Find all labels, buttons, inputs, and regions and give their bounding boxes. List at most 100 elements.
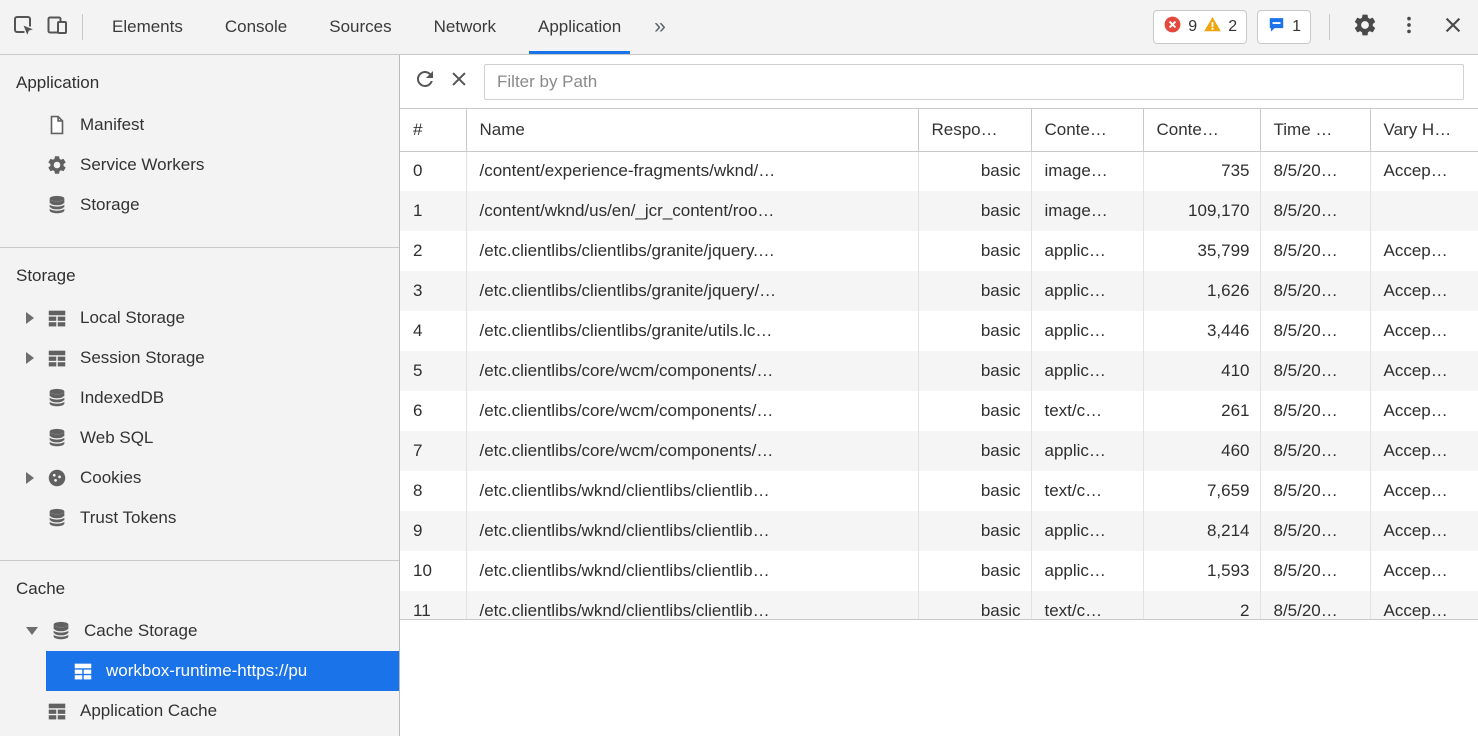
sidebar-item-local-storage[interactable]: Local Storage [0, 298, 399, 338]
table-row[interactable]: 8 /etc.clientlibs/wknd/clientlibs/client… [400, 471, 1478, 511]
tab-sources[interactable]: Sources [308, 0, 412, 54]
devtools-tabbar: Elements Console Sources Network Applica… [0, 0, 1478, 55]
cell-content-type: applic… [1031, 431, 1143, 471]
sidebar-item-web-sql[interactable]: Web SQL [0, 418, 399, 458]
cell-number: 3 [400, 271, 466, 311]
table-row[interactable]: 5 /etc.clientlibs/core/wcm/components/… … [400, 351, 1478, 391]
cell-response-type: basic [918, 191, 1031, 231]
cell-time-cached: 8/5/20… [1260, 271, 1370, 311]
table-row[interactable]: 2 /etc.clientlibs/clientlibs/granite/jqu… [400, 231, 1478, 271]
data-grid-icon [46, 347, 68, 369]
table-row[interactable]: 10 /etc.clientlibs/wknd/clientlibs/clien… [400, 551, 1478, 591]
database-icon [46, 427, 68, 449]
refresh-button[interactable] [408, 65, 442, 99]
table-row[interactable]: 9 /etc.clientlibs/wknd/clientlibs/client… [400, 511, 1478, 551]
cell-vary-header: Accep… [1370, 311, 1478, 351]
application-sidebar: Application Manifest [0, 55, 400, 736]
cell-name: /etc.clientlibs/core/wcm/components/… [466, 431, 918, 471]
sidebar-item-session-storage[interactable]: Session Storage [0, 338, 399, 378]
table-row[interactable]: 6 /etc.clientlibs/core/wcm/components/… … [400, 391, 1478, 431]
settings-button[interactable] [1348, 10, 1382, 44]
toolbar-divider [1329, 14, 1330, 40]
data-grid-icon [46, 307, 68, 329]
cell-response-type: basic [918, 471, 1031, 511]
kebab-menu-button[interactable] [1392, 10, 1426, 44]
more-tabs-button[interactable]: » [642, 15, 678, 39]
issues-bubble-icon [1267, 15, 1286, 39]
cache-entries-table: # Name Respo… Conte… Conte… Time … Vary … [400, 109, 1478, 619]
chevron-right-icon[interactable] [26, 352, 34, 364]
sidebar-item-storage[interactable]: Storage [0, 185, 399, 225]
cell-number: 1 [400, 191, 466, 231]
gear-icon [46, 154, 68, 176]
cell-content-type: applic… [1031, 511, 1143, 551]
cell-content-length: 35,799 [1143, 231, 1260, 271]
tab-console[interactable]: Console [204, 0, 308, 54]
cell-content-length: 109,170 [1143, 191, 1260, 231]
filter-by-path-input[interactable] [484, 64, 1464, 100]
tab-application[interactable]: Application [517, 0, 642, 54]
column-header-content-type[interactable]: Conte… [1031, 109, 1143, 151]
application-panel: Application Manifest [0, 55, 1478, 736]
cell-vary-header [1370, 191, 1478, 231]
sidebar-item-label: Local Storage [80, 308, 185, 328]
cookie-icon [46, 467, 68, 489]
tab-label: Sources [329, 17, 391, 37]
database-icon [50, 620, 72, 642]
cell-vary-header: Accep… [1370, 271, 1478, 311]
tab-elements[interactable]: Elements [91, 0, 204, 54]
table-row[interactable]: 0 /content/experience-fragments/wknd/… b… [400, 151, 1478, 191]
cell-content-length: 3,446 [1143, 311, 1260, 351]
sidebar-item-label: Cache Storage [84, 621, 197, 641]
cell-time-cached: 8/5/20… [1260, 391, 1370, 431]
cell-vary-header: Accep… [1370, 471, 1478, 511]
table-row[interactable]: 1 /content/wknd/us/en/_jcr_content/roo… … [400, 191, 1478, 231]
sidebar-item-label: Session Storage [80, 348, 205, 368]
sidebar-item-manifest[interactable]: Manifest [0, 105, 399, 145]
sidebar-item-label: Manifest [80, 115, 144, 135]
cell-number: 9 [400, 511, 466, 551]
sidebar-item-workbox-runtime-cache[interactable]: workbox-runtime-https://pu [46, 651, 399, 691]
issues-badge[interactable]: 1 [1257, 10, 1311, 44]
table-row[interactable]: 11 /etc.clientlibs/wknd/clientlibs/clien… [400, 591, 1478, 619]
column-header-name[interactable]: Name [466, 109, 918, 151]
cell-response-type: basic [918, 311, 1031, 351]
console-errors-warnings-badge[interactable]: 9 2 [1153, 10, 1247, 44]
sidebar-item-indexeddb[interactable]: IndexedDB [0, 378, 399, 418]
column-header-vary-header[interactable]: Vary H… [1370, 109, 1478, 151]
tab-network[interactable]: Network [413, 0, 517, 54]
chevron-right-icon[interactable] [26, 312, 34, 324]
device-toolbar-button[interactable] [40, 10, 74, 44]
cell-name: /etc.clientlibs/clientlibs/granite/jquer… [466, 271, 918, 311]
column-header-response-type[interactable]: Respo… [918, 109, 1031, 151]
cell-content-type: text/c… [1031, 391, 1143, 431]
delete-selected-button[interactable] [442, 65, 476, 99]
table-row[interactable]: 3 /etc.clientlibs/clientlibs/granite/jqu… [400, 271, 1478, 311]
column-header-time-cached[interactable]: Time … [1260, 109, 1370, 151]
error-icon [1163, 15, 1182, 39]
column-header-number[interactable]: # [400, 109, 466, 151]
sidebar-item-service-workers[interactable]: Service Workers [0, 145, 399, 185]
column-header-content-length[interactable]: Conte… [1143, 109, 1260, 151]
inspect-element-button[interactable] [6, 10, 40, 44]
database-icon [46, 387, 68, 409]
cell-time-cached: 8/5/20… [1260, 351, 1370, 391]
chevron-right-icon[interactable] [26, 472, 34, 484]
cell-vary-header: Accep… [1370, 151, 1478, 191]
sidebar-item-application-cache[interactable]: Application Cache [0, 691, 399, 731]
tab-label: Elements [112, 17, 183, 37]
data-grid-icon [46, 700, 68, 722]
section-title: Application [0, 55, 399, 105]
sidebar-item-cookies[interactable]: Cookies [0, 458, 399, 498]
close-devtools-button[interactable] [1436, 10, 1470, 44]
sidebar-item-label: Web SQL [80, 428, 153, 448]
cell-vary-header: Accep… [1370, 591, 1478, 619]
tab-label: Console [225, 17, 287, 37]
cell-content-length: 1,593 [1143, 551, 1260, 591]
refresh-icon [413, 67, 437, 96]
table-row[interactable]: 7 /etc.clientlibs/core/wcm/components/… … [400, 431, 1478, 471]
sidebar-item-cache-storage[interactable]: Cache Storage [0, 611, 399, 651]
sidebar-item-trust-tokens[interactable]: Trust Tokens [0, 498, 399, 538]
table-row[interactable]: 4 /etc.clientlibs/clientlibs/granite/uti… [400, 311, 1478, 351]
chevron-down-icon[interactable] [26, 627, 38, 635]
